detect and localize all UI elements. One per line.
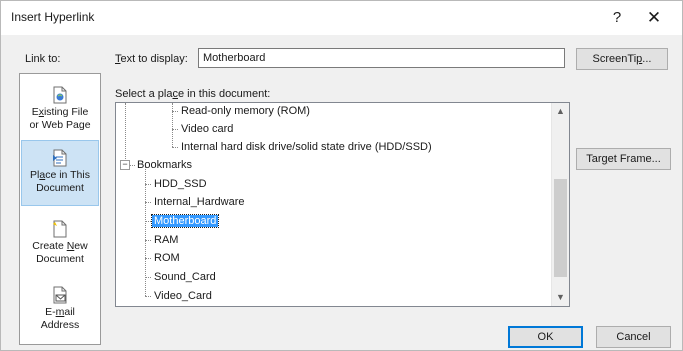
- tree-connector: [145, 277, 151, 278]
- title-bar: Insert Hyperlink ? ✕: [1, 1, 682, 35]
- tree-connector: [125, 103, 126, 163]
- ok-button[interactable]: OK: [508, 326, 583, 348]
- tree-connector: [145, 184, 151, 185]
- bookmark-item[interactable]: Video_Card: [152, 287, 214, 305]
- new-document-icon: [53, 220, 67, 238]
- place-in-document-icon: [53, 149, 67, 167]
- tree-connector: [172, 103, 173, 147]
- target-frame-button[interactable]: Target Frame...: [576, 148, 671, 170]
- close-button[interactable]: ✕: [641, 7, 667, 29]
- insert-hyperlink-dialog: Insert Hyperlink ? ✕ Link to: Existing F…: [0, 0, 683, 351]
- select-place-label: Select a place in this document:: [115, 88, 271, 100]
- tree-connector: [145, 240, 151, 241]
- web-page-icon: [53, 86, 67, 104]
- text-to-display-label: Text to display:: [115, 53, 188, 65]
- bookmark-item-selected[interactable]: Motherboard: [150, 212, 220, 230]
- dialog-title: Insert Hyperlink: [11, 10, 95, 24]
- tree-item[interactable]: Internal hard disk drive/solid state dri…: [179, 138, 434, 156]
- scroll-thumb[interactable]: [554, 179, 567, 277]
- link-to-email-label: E-mail Address: [40, 306, 80, 331]
- text-to-display-input[interactable]: [198, 48, 565, 68]
- tree-connector: [145, 296, 151, 297]
- scroll-up-arrow-icon[interactable]: ▲: [552, 103, 569, 120]
- link-to-panel: Existing File or Web Page Place in This Do…: [19, 73, 101, 345]
- link-to-email-address[interactable]: E-mail Address: [21, 280, 99, 340]
- tree-connector: [172, 111, 178, 112]
- link-to-label: Link to:: [25, 53, 61, 65]
- tree-scrollbar[interactable]: ▲ ▼: [551, 103, 569, 306]
- help-button[interactable]: ?: [604, 7, 630, 29]
- bookmark-item[interactable]: ROM: [152, 249, 182, 267]
- tree-connector: [172, 147, 178, 148]
- bookmark-item[interactable]: RAM: [152, 231, 180, 249]
- link-to-place-label: Place in This Document: [30, 169, 90, 194]
- bookmark-item[interactable]: Internal_Hardware: [152, 193, 247, 211]
- link-to-existing-label: Existing File or Web Page: [29, 106, 91, 131]
- link-to-place-in-this-document[interactable]: Place in This Document: [21, 140, 99, 206]
- tree-connector: [172, 129, 178, 130]
- scroll-down-arrow-icon[interactable]: ▼: [552, 289, 569, 306]
- link-to-create-new-label: Create New Document: [32, 240, 88, 265]
- bookmark-item[interactable]: Sound_Card: [152, 268, 218, 286]
- cancel-button[interactable]: Cancel: [596, 326, 671, 348]
- document-places-tree[interactable]: − Read-only memory (ROM) Video card Inte…: [115, 102, 570, 307]
- email-address-icon: [53, 286, 67, 304]
- tree-connector: [145, 258, 151, 259]
- link-to-existing-file-or-web-page[interactable]: Existing File or Web Page: [21, 82, 99, 138]
- bookmarks-collapse-toggle[interactable]: −: [120, 160, 130, 170]
- tree-item-bookmarks[interactable]: Bookmarks: [135, 156, 194, 174]
- bookmark-item[interactable]: HDD_SSD: [152, 175, 209, 193]
- tree-item[interactable]: Video card: [179, 120, 235, 138]
- tree-connector: [145, 221, 151, 222]
- tree-connector: [145, 202, 151, 203]
- tree-item[interactable]: Read-only memory (ROM): [179, 103, 312, 120]
- link-to-create-new-document[interactable]: Create New Document: [21, 214, 99, 274]
- screentip-button[interactable]: ScreenTip...: [576, 48, 668, 70]
